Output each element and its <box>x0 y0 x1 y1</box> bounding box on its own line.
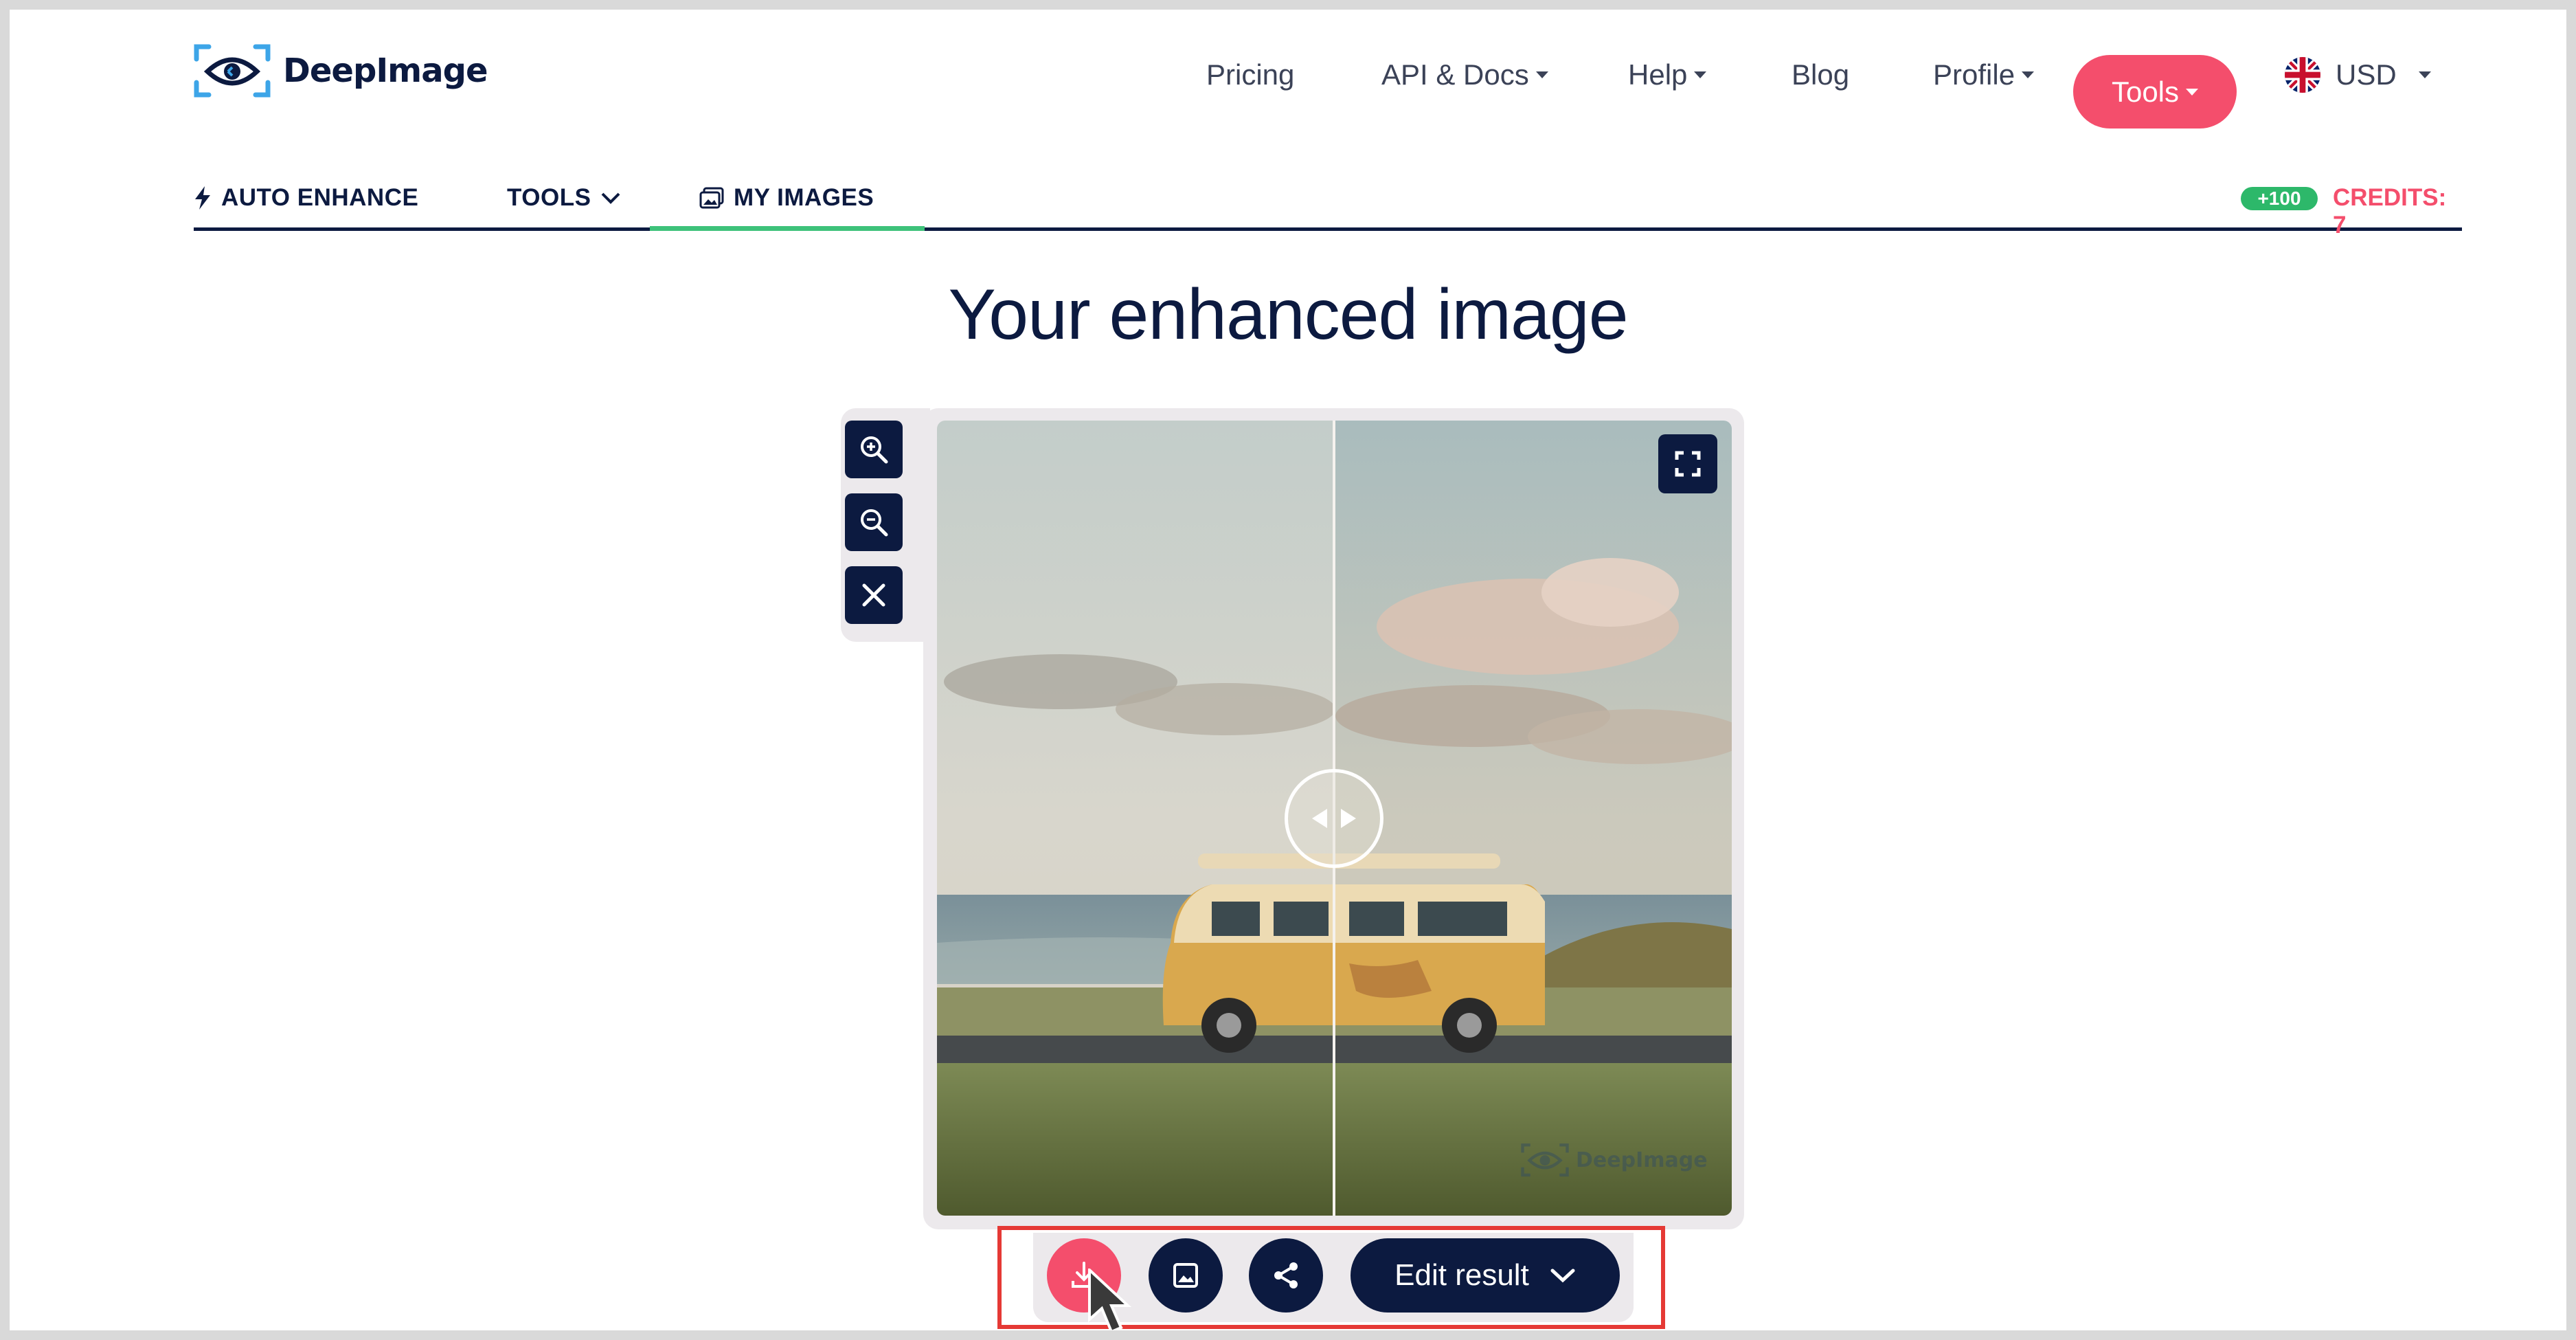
nav-pricing-label: Pricing <box>1206 58 1295 91</box>
edit-result-label: Edit result <box>1394 1258 1529 1292</box>
fullscreen-icon <box>1675 451 1701 477</box>
chevron-down-icon <box>1550 1269 1575 1283</box>
nav-pricing[interactable]: Pricing <box>1206 37 1294 113</box>
tab-divider <box>194 227 2462 231</box>
active-tab-indicator <box>650 226 925 231</box>
tab-my-images-label: MY IMAGES <box>734 184 874 211</box>
zoom-in-button[interactable] <box>845 421 903 478</box>
deepimage-watermark: DeepImage <box>1521 1142 1708 1178</box>
close-viewer-button[interactable] <box>845 566 903 624</box>
edit-result-button[interactable]: Edit result <box>1351 1238 1620 1313</box>
share-icon <box>1274 1262 1298 1288</box>
bonus-credits-badge[interactable]: +100 <box>2241 187 2318 210</box>
images-icon <box>699 187 724 209</box>
tools-button[interactable]: Tools <box>2073 55 2237 129</box>
eye-logo-icon <box>1521 1143 1569 1177</box>
caret-down-icon <box>1694 71 1707 78</box>
fullscreen-button[interactable] <box>1658 434 1717 493</box>
image-icon <box>1173 1263 1198 1288</box>
mouse-cursor-icon <box>1088 1269 1132 1330</box>
nav-profile[interactable]: Profile <box>1933 37 2035 113</box>
tab-auto-enhance[interactable]: AUTO ENHANCE <box>194 173 418 223</box>
nav-api-docs-label: API & Docs <box>1381 58 1529 91</box>
tab-tools-label: TOOLS <box>507 184 591 211</box>
browser-viewport: DeepImage Pricing API & Docs Help Blog P… <box>10 10 2566 1330</box>
share-button[interactable] <box>1249 1238 1323 1313</box>
currency-selector[interactable]: USD <box>2285 37 2431 113</box>
caret-down-icon <box>1535 71 1548 78</box>
page-title: Your enhanced image <box>948 275 1628 355</box>
chevron-down-icon <box>602 192 620 204</box>
zoom-in-icon <box>861 436 888 464</box>
view-image-button[interactable] <box>1149 1238 1223 1313</box>
uk-flag-icon <box>2285 57 2320 93</box>
compare-slider-icon <box>1312 809 1356 828</box>
nav-api-docs[interactable]: API & Docs <box>1381 37 1548 113</box>
tab-auto-enhance-label: AUTO ENHANCE <box>221 184 419 211</box>
caret-down-icon <box>2022 71 2035 78</box>
zoom-out-icon <box>861 509 888 537</box>
caret-down-icon <box>2186 88 2199 96</box>
tab-bar: AUTO ENHANCE TOOLS MY IMAGES +100 CREDIT… <box>194 159 2462 238</box>
nav-blog[interactable]: Blog <box>1792 37 1849 113</box>
watermark-label: DeepImage <box>1576 1148 1708 1172</box>
close-icon <box>862 583 885 607</box>
tab-my-images[interactable]: MY IMAGES <box>699 173 874 223</box>
lightning-icon <box>195 186 210 210</box>
nav-help[interactable]: Help <box>1628 37 1707 113</box>
nav-blog-label: Blog <box>1792 58 1850 91</box>
comparison-slider-handle[interactable] <box>1285 769 1383 868</box>
nav-profile-label: Profile <box>1933 58 2015 91</box>
credits-counter: CREDITS: 7 <box>2333 184 2447 238</box>
currency-label: USD <box>2336 58 2397 91</box>
nav-help-label: Help <box>1628 58 1688 91</box>
top-nav: Pricing API & Docs Help Blog Profile Too… <box>10 37 2566 129</box>
caret-down-icon <box>2418 71 2431 78</box>
tab-tools[interactable]: TOOLS <box>507 173 621 223</box>
tools-button-label: Tools <box>2111 75 2180 108</box>
zoom-out-button[interactable] <box>845 493 903 551</box>
